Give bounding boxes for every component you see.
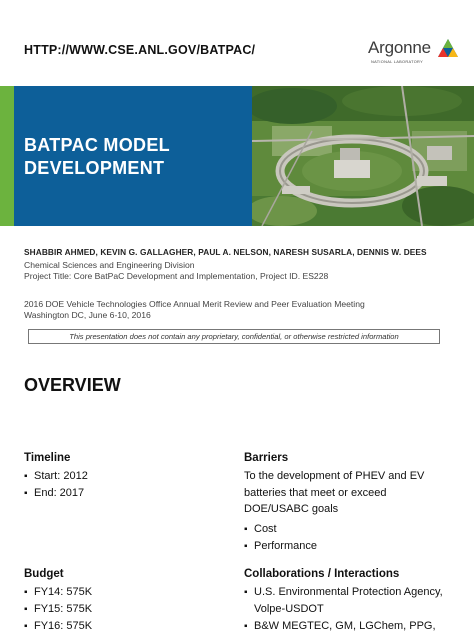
confidentiality-notice: This presentation does not contain any p… bbox=[28, 329, 440, 344]
project-line: Project Title: Core BatPaC Development a… bbox=[24, 271, 329, 281]
overview-heading: OVERVIEW bbox=[24, 375, 121, 395]
location-line: Washington DC, June 6-10, 2016 bbox=[24, 310, 151, 320]
meeting-line: 2016 DOE Vehicle Technologies Office Ann… bbox=[24, 299, 365, 309]
title-line-1: BATPAC MODEL bbox=[24, 135, 170, 155]
logo-subtitle: NATIONAL LABORATORY bbox=[371, 59, 423, 64]
barriers-section: Barriers To the development of PHEV and … bbox=[244, 452, 454, 555]
division-line: Chemical Sciences and Engineering Divisi… bbox=[24, 260, 195, 270]
aerial-photo-image bbox=[252, 86, 474, 226]
timeline-section: Timeline Start: 2012 End: 2017 bbox=[24, 452, 224, 502]
authors-line: SHABBIR AHMED, KEVIN G. GALLAGHER, PAUL … bbox=[24, 247, 427, 257]
barriers-intro: To the development of PHEV and EV batter… bbox=[244, 470, 425, 515]
barriers-heading: Barriers bbox=[244, 452, 289, 464]
list-item: B&W MEGTEC, GM, LGChem, PPG, bbox=[244, 618, 454, 635]
green-accent-strip bbox=[0, 86, 14, 226]
list-item: U.S. Environmental Protection Agency, Vo… bbox=[244, 584, 454, 618]
presentation-title: BATPAC MODEL DEVELOPMENT bbox=[24, 134, 170, 180]
list-item: Cost bbox=[244, 521, 454, 538]
timeline-heading: Timeline bbox=[24, 452, 71, 464]
title-banner: BATPAC MODEL DEVELOPMENT bbox=[0, 86, 474, 226]
logo-name: Argonne bbox=[368, 38, 431, 57]
title-line-2: DEVELOPMENT bbox=[24, 158, 165, 178]
argonne-triangle-icon bbox=[438, 39, 458, 57]
budget-section: Budget FY14: 575K FY15: 575K FY16: 575K bbox=[24, 568, 224, 635]
collaborations-section: Collaborations / Interactions U.S. Envir… bbox=[244, 568, 454, 635]
argonne-logo: Argonne NATIONAL LABORATORY bbox=[366, 38, 458, 68]
list-item: FY16: 575K bbox=[24, 618, 224, 635]
budget-heading: Budget bbox=[24, 568, 64, 580]
list-item: Performance bbox=[244, 538, 454, 555]
collaborations-heading: Collaborations / Interactions bbox=[244, 568, 400, 580]
list-item: FY15: 575K bbox=[24, 601, 224, 618]
list-item: End: 2017 bbox=[24, 485, 224, 502]
list-item: Start: 2012 bbox=[24, 468, 224, 485]
list-item: FY14: 575K bbox=[24, 584, 224, 601]
url-header[interactable]: HTTP://WWW.CSE.ANL.GOV/BATPAC/ bbox=[24, 43, 255, 57]
